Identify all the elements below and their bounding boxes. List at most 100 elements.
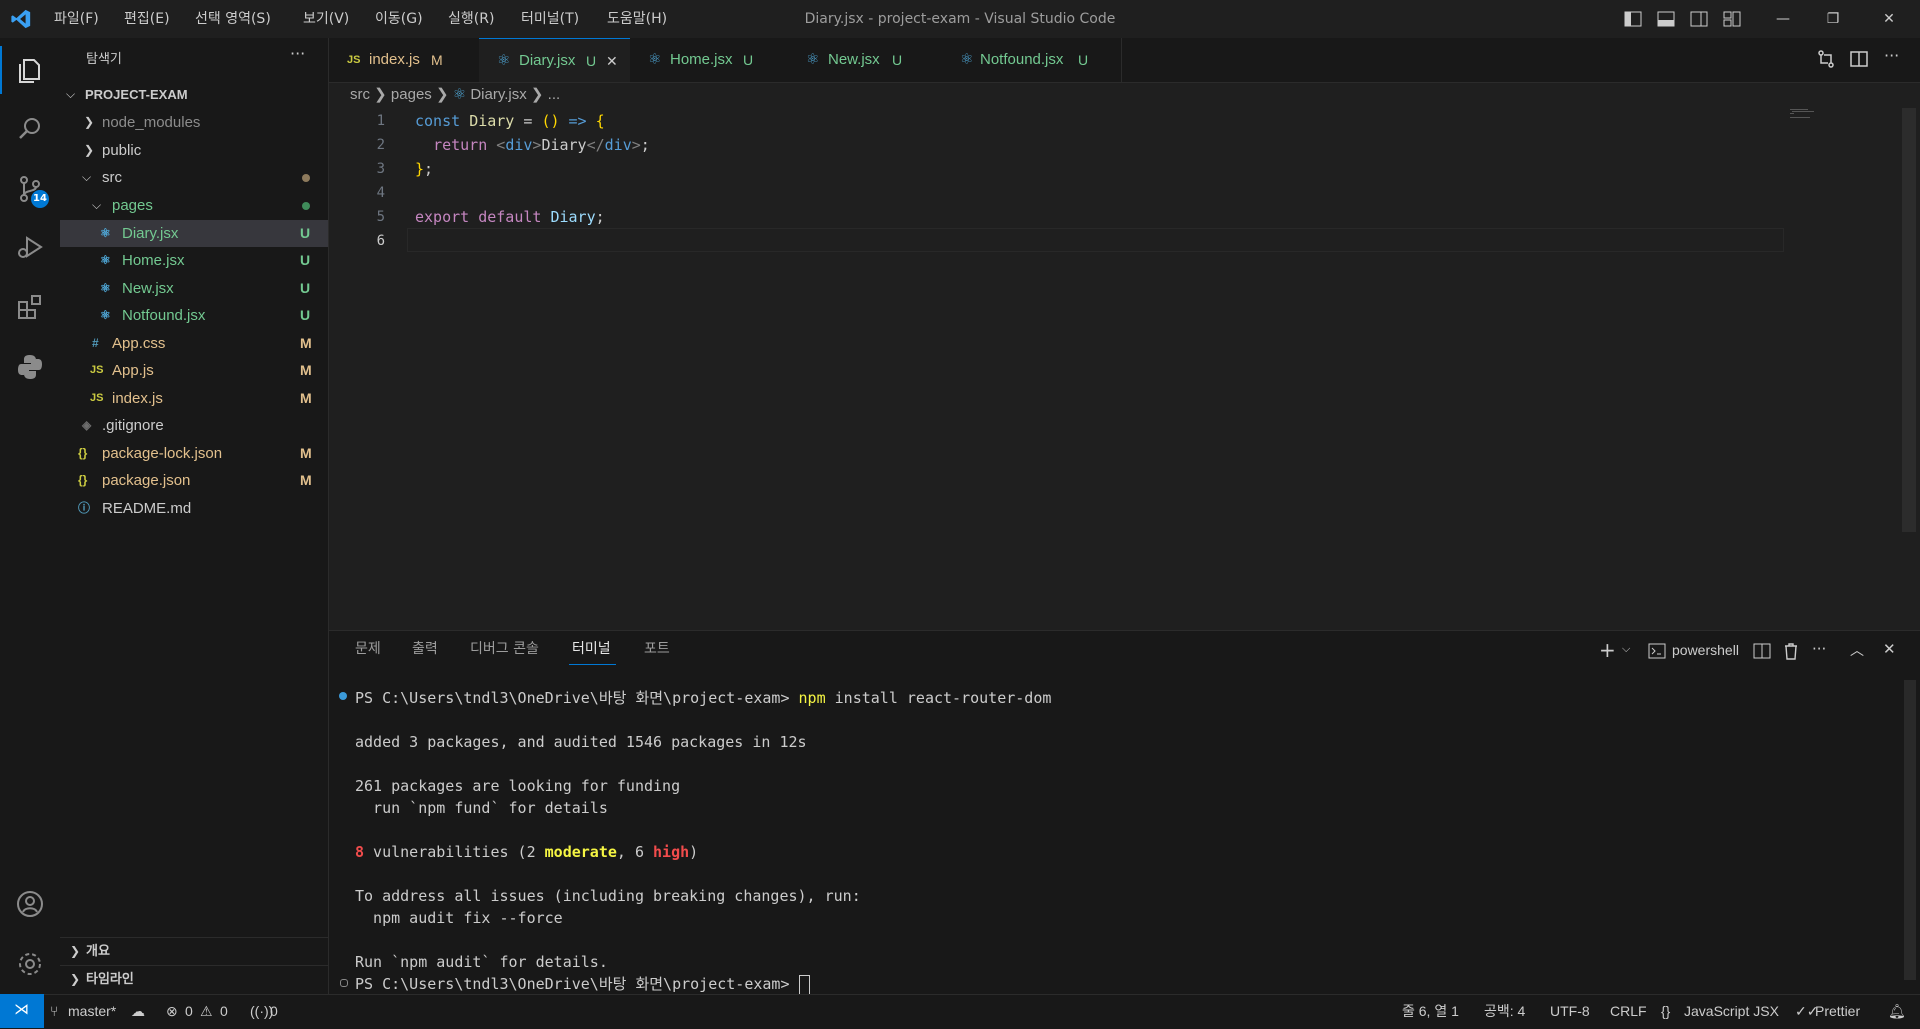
line-ending[interactable]: CRLF <box>1610 994 1647 1028</box>
tab-home[interactable]: ⚛ Home.jsx U <box>630 38 789 82</box>
prettier-status[interactable]: Prettier <box>1815 994 1860 1028</box>
toggle-primary-sidebar-icon[interactable] <box>1624 10 1642 28</box>
git-branch[interactable]: master* <box>68 994 116 1028</box>
compare-changes-icon[interactable] <box>1816 49 1836 69</box>
react-icon: ⚛ <box>497 52 511 69</box>
tree-item-readme[interactable]: ⓘ README.md <box>60 495 328 522</box>
tree-item-index-js[interactable]: JS index.js M <box>60 385 328 412</box>
tree-item-new[interactable]: ⚛ New.jsx U <box>60 275 328 302</box>
menu-help[interactable]: 도움말(H) <box>607 0 667 38</box>
breadcrumb-src[interactable]: src <box>350 86 370 103</box>
line-number: 1 <box>376 113 385 129</box>
toggle-secondary-sidebar-icon[interactable] <box>1690 10 1708 28</box>
breadcrumb-file[interactable]: Diary.jsx <box>470 86 526 103</box>
tab-notfound[interactable]: ⚛ Notfound.jsx U <box>938 38 1122 82</box>
run-debug-activity[interactable] <box>0 219 60 273</box>
menu-go[interactable]: 이동(G) <box>375 0 423 38</box>
customize-layout-icon[interactable] <box>1723 10 1741 28</box>
terminal-scrollbar[interactable] <box>1904 680 1916 980</box>
explorer-activity[interactable] <box>0 42 60 96</box>
close-tab-icon[interactable]: ✕ <box>606 39 618 83</box>
breadcrumb-pages[interactable]: pages <box>391 86 432 103</box>
search-activity[interactable] <box>0 101 60 155</box>
breadcrumb-symbol[interactable]: ... <box>548 86 561 103</box>
minimap[interactable] <box>1790 108 1816 120</box>
editor-scrollbar[interactable] <box>1902 108 1916 532</box>
tree-item-app-css[interactable]: # App.css M <box>60 330 328 357</box>
json-icon: {} <box>78 446 88 460</box>
menu-edit[interactable]: 편집(E) <box>124 0 170 38</box>
new-terminal-button[interactable]: + <box>1599 638 1616 662</box>
restore-button[interactable]: ❐ <box>1810 0 1856 38</box>
tree-item-app-js[interactable]: JS App.js M <box>60 357 328 384</box>
menu-view[interactable]: 보기(V) <box>303 0 349 38</box>
line-number: 3 <box>376 161 385 177</box>
react-icon: ⚛ <box>452 86 471 103</box>
tab-index-js[interactable]: JS index.js M <box>329 38 480 82</box>
git-branch-icon: ⑂ <box>50 1003 59 1019</box>
extensions-icon <box>18 295 41 319</box>
tree-item-package-lock[interactable]: {} package-lock.json M <box>60 440 328 467</box>
tree-item-node_modules[interactable]: ❯ node_modules <box>60 109 328 136</box>
language-mode[interactable]: JavaScript JSX <box>1684 994 1779 1028</box>
remote-icon: ⋊ <box>14 1000 29 1018</box>
terminal-line: Run `npm audit` for details. <box>355 953 608 971</box>
chevron-down-icon[interactable]: ⌵ <box>1622 642 1630 656</box>
tree-item-src[interactable]: ⌵ src <box>60 164 328 191</box>
tab-terminal[interactable]: 터미널 <box>572 630 611 668</box>
tab-new[interactable]: ⚛ New.jsx U <box>788 38 939 82</box>
tab-ports[interactable]: 포트 <box>644 630 670 668</box>
indentation[interactable]: 공백: 4 <box>1484 994 1525 1028</box>
accounts-activity[interactable] <box>0 876 60 930</box>
error-count[interactable]: 0 <box>185 994 193 1028</box>
more-actions-button[interactable]: ··· <box>1884 46 1899 65</box>
tree-item-diary[interactable]: ⚛ Diary.jsx U <box>60 220 328 247</box>
bell-icon[interactable]: 🔔︎ <box>1888 994 1906 1028</box>
maximize-panel-icon[interactable]: ︿ <box>1850 640 1864 660</box>
tab-output[interactable]: 출력 <box>412 630 438 668</box>
trash-icon[interactable] <box>1783 642 1799 660</box>
toggle-panel-icon[interactable] <box>1657 10 1675 28</box>
tree-item-notfound[interactable]: ⚛ Notfound.jsx U <box>60 302 328 329</box>
close-window-button[interactable]: ✕ <box>1866 0 1912 38</box>
menu-terminal[interactable]: 터미널(T) <box>521 0 579 38</box>
encoding[interactable]: UTF-8 <box>1550 994 1590 1028</box>
python-activity[interactable] <box>0 339 60 393</box>
project-root[interactable]: ⌵ PROJECT-EXAM <box>60 81 328 108</box>
tab-problems[interactable]: 문제 <box>355 630 381 668</box>
terminal-prompt-line[interactable]: PS C:\Users\tndl3\OneDrive\바탕 화면\project… <box>355 973 810 995</box>
tab-debug-console[interactable]: 디버그 콘솔 <box>470 630 539 668</box>
code-line-2: return <div>Diary</div>; <box>433 136 650 154</box>
tab-diary[interactable]: ⚛ Diary.jsx U ✕ <box>479 38 631 82</box>
tree-item-pages[interactable]: ⌵ pages <box>60 192 328 219</box>
menu-run[interactable]: 실행(R) <box>448 0 494 38</box>
warning-count[interactable]: 0 <box>220 994 228 1028</box>
split-terminal-icon[interactable] <box>1753 643 1771 659</box>
close-panel-icon[interactable]: ✕ <box>1883 640 1896 658</box>
sync-icon[interactable]: ☁ <box>131 994 145 1028</box>
tree-item-gitignore[interactable]: ◈ .gitignore <box>60 412 328 439</box>
cursor-position[interactable]: 줄 6, 열 1 <box>1402 994 1459 1028</box>
terminal-shell-name[interactable]: powershell <box>1672 642 1739 658</box>
minimize-button[interactable]: — <box>1760 0 1806 38</box>
tree-item-package-json[interactable]: {} package.json M <box>60 467 328 494</box>
ports-count[interactable]: 0 <box>270 994 278 1028</box>
braces-icon: {} <box>1661 1003 1671 1019</box>
tree-item-home[interactable]: ⚛ Home.jsx U <box>60 247 328 274</box>
timeline-section[interactable]: ❯ 타임라인 <box>60 965 328 993</box>
menu-file[interactable]: 파일(F) <box>54 0 99 38</box>
code-line-1: const Diary = () => { <box>415 112 605 130</box>
terminal-line: run `npm fund` for details <box>355 799 608 817</box>
remote-indicator[interactable]: ⋊ <box>0 994 44 1028</box>
more-actions-button[interactable]: ··· <box>1812 640 1826 658</box>
extensions-activity[interactable] <box>0 279 60 333</box>
menu-selection[interactable]: 선택 영역(S) <box>195 0 271 38</box>
explorer-more-button[interactable]: ··· <box>290 44 305 63</box>
chevron-down-icon: ⌵ <box>92 198 102 212</box>
manage-activity[interactable] <box>0 936 60 990</box>
source-control-activity[interactable] <box>0 161 60 215</box>
tree-item-public[interactable]: ❯ public <box>60 137 328 164</box>
outline-section[interactable]: ❯ 개요 <box>60 937 328 965</box>
split-editor-icon[interactable] <box>1849 49 1869 69</box>
code-editor[interactable] <box>329 108 1920 628</box>
